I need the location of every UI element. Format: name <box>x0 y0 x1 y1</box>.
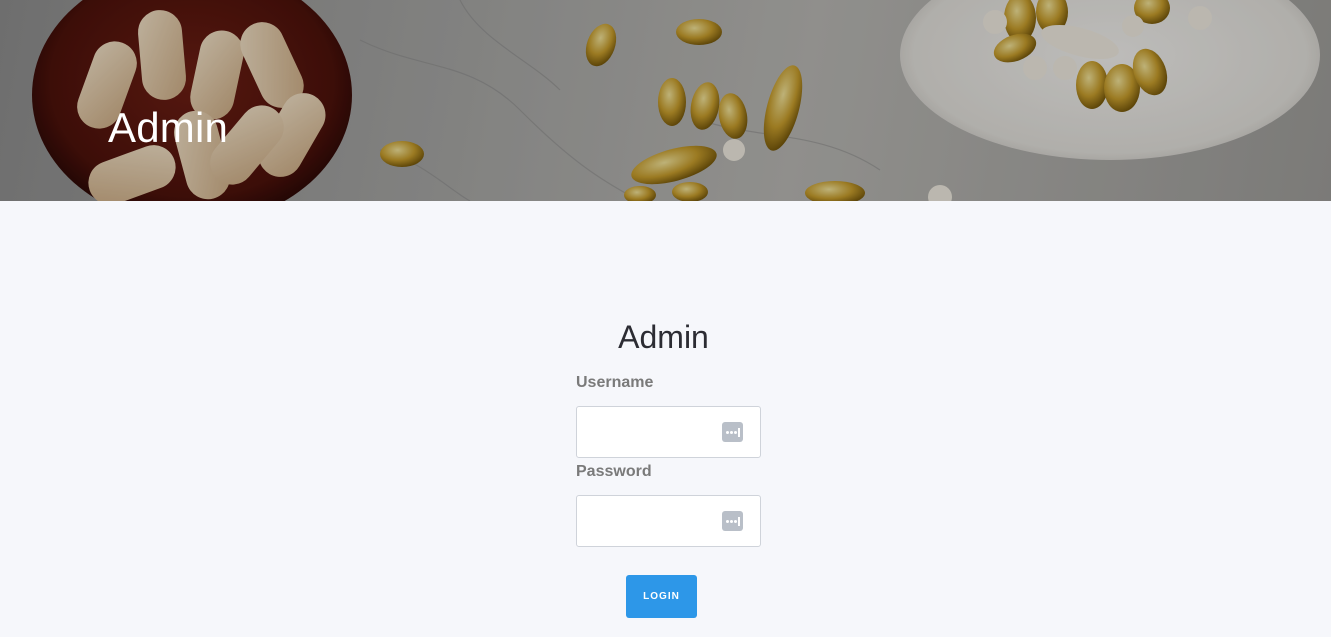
hero-title: Admin <box>108 104 229 151</box>
login-form: Admin Username Password LOGIN <box>576 317 761 618</box>
username-field[interactable] <box>576 406 761 458</box>
username-input[interactable] <box>577 407 717 457</box>
hero-background-image <box>0 0 1331 201</box>
password-input[interactable] <box>577 496 717 546</box>
username-label: Username <box>576 374 654 391</box>
password-manager-icon[interactable] <box>722 511 743 531</box>
password-field[interactable] <box>576 495 761 547</box>
login-title: Admin <box>618 319 709 355</box>
password-label: Password <box>576 463 652 480</box>
hero-banner: Admin <box>0 0 1331 201</box>
login-button[interactable]: LOGIN <box>626 575 697 618</box>
password-manager-icon[interactable] <box>722 422 743 442</box>
